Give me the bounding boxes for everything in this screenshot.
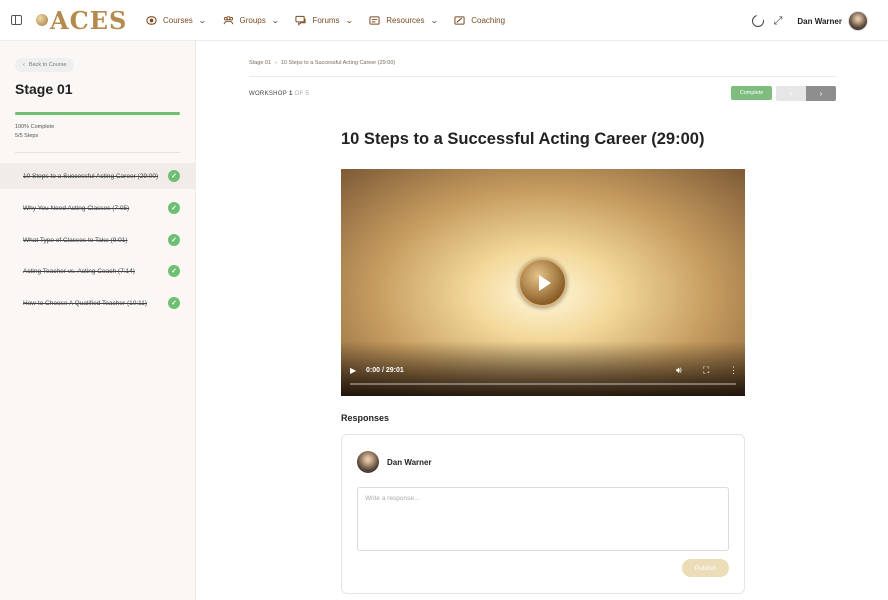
lesson-title: Acting Teacher vs. Acting Coach (7:14) — [23, 267, 135, 275]
response-input[interactable] — [357, 487, 729, 551]
coaching-icon — [454, 15, 465, 25]
chevron-down-icon: ⌄ — [429, 15, 439, 25]
nav-coaching-label: Coaching — [471, 15, 506, 25]
lesson-title: How to Choose A Qualified Teacher (10:11… — [23, 299, 148, 307]
sidebar-divider — [15, 152, 180, 153]
chevron-down-icon: ⌄ — [197, 15, 207, 25]
nav-resources-label: Resources — [386, 15, 425, 25]
stage-progress-fill — [15, 112, 180, 115]
check-icon: ✓ — [168, 265, 180, 277]
check-icon: ✓ — [168, 297, 180, 309]
breadcrumb: Stage 01 › 10 Steps to a Successful Acti… — [249, 60, 395, 66]
nav-forums[interactable]: Forums ⌄ — [295, 15, 354, 26]
progress-percent-label: 100% Complete — [15, 124, 55, 130]
workshop-total: OF 5 — [294, 91, 310, 97]
previous-lesson-button[interactable]: ‹ — [776, 86, 806, 101]
user-avatar[interactable] — [848, 11, 868, 31]
content-divider — [249, 76, 836, 77]
video-player[interactable]: ▶ 0:00 / 29:01 🔊︎ ⛶ ⋮ — [341, 169, 745, 396]
nav-courses-label: Courses — [163, 15, 193, 25]
dark-mode-icon[interactable] — [751, 14, 764, 27]
next-lesson-button[interactable]: › — [806, 86, 836, 101]
breadcrumb-stage-link[interactable]: Stage 01 — [249, 60, 271, 66]
stage-progress-bar — [15, 112, 180, 115]
back-to-course-label: Back to Course — [28, 62, 67, 68]
forums-icon — [295, 15, 307, 26]
check-icon: ✓ — [168, 202, 180, 214]
lesson-title: Why You Need Acting Classes (7:05) — [23, 204, 130, 212]
lesson-item[interactable]: Why You Need Acting Classes (7:05) ✓ — [0, 195, 196, 221]
breadcrumb-current: 10 Steps to a Successful Acting Career (… — [280, 60, 396, 66]
nav-forums-label: Forums — [312, 15, 340, 25]
site-logo[interactable]: ACES — [36, 5, 128, 35]
lesson-title-heading: 10 Steps to a Successful Acting Career (… — [341, 130, 705, 148]
fullscreen-icon[interactable]: ⛶ — [703, 365, 709, 376]
course-sidebar: ‹ Back to Course Stage 01 100% Complete … — [0, 41, 196, 600]
response-card: Dan Warner Publish — [341, 434, 745, 594]
lesson-title: 10 Steps to a Successful Acting Career (… — [23, 172, 159, 180]
nav-groups-label: Groups — [239, 15, 266, 25]
breadcrumb-separator: › — [275, 60, 277, 66]
back-to-course-button[interactable]: ‹ Back to Course — [15, 58, 75, 72]
response-author-name: Dan Warner — [387, 458, 432, 467]
check-icon: ✓ — [168, 170, 180, 182]
video-seek-bar[interactable] — [350, 383, 736, 385]
check-icon: ✓ — [168, 234, 180, 246]
workshop-label: WORKSHOP — [249, 91, 287, 97]
logo-text: ACES — [50, 5, 128, 35]
video-play-icon[interactable]: ▶ — [350, 366, 356, 375]
user-name[interactable]: Dan Warner — [797, 17, 842, 26]
response-author-avatar — [357, 451, 379, 473]
lesson-item[interactable]: 10 Steps to a Successful Acting Career (… — [0, 163, 196, 189]
sidebar-toggle-icon[interactable] — [11, 15, 22, 25]
stage-title: Stage 01 — [15, 81, 73, 97]
lesson-item[interactable]: What Type of Classes to Take (9:01) ✓ — [0, 227, 196, 253]
nav-courses[interactable]: Courses ⌄ — [146, 15, 207, 26]
main-nav: Courses ⌄ Groups ⌄ Forums ⌄ Resources ⌄ … — [146, 11, 522, 29]
progress-steps-label: 5/5 Steps — [15, 133, 39, 139]
complete-button[interactable]: Complete — [731, 86, 772, 100]
chevron-down-icon: ⌄ — [270, 15, 280, 25]
header-right: ⤢ Dan Warner — [751, 11, 868, 31]
video-time: 0:00 / 29:01 — [366, 367, 404, 374]
resources-icon — [369, 15, 380, 25]
workshop-counter: WORKSHOP 1 OF 5 — [249, 91, 309, 97]
lesson-title: What Type of Classes to Take (9:01) — [23, 236, 128, 244]
chevron-left-icon: ‹ — [23, 62, 25, 68]
fullscreen-expand-icon[interactable]: ⤢ — [774, 15, 783, 28]
more-options-icon[interactable]: ⋮ — [729, 365, 738, 376]
play-button[interactable] — [518, 258, 567, 307]
responses-heading: Responses — [341, 413, 390, 423]
logo-dot — [36, 14, 48, 26]
play-icon — [538, 274, 551, 291]
progress-text: 100% Complete 5/5 Steps — [15, 123, 54, 141]
nav-resources[interactable]: Resources ⌄ — [369, 15, 439, 26]
groups-icon — [223, 15, 233, 24]
nav-coaching[interactable]: Coaching — [454, 15, 505, 26]
courses-icon — [146, 15, 157, 25]
lesson-item[interactable]: How to Choose A Qualified Teacher (10:11… — [0, 290, 196, 316]
top-header: ACES Courses ⌄ Groups ⌄ Forums ⌄ Resourc… — [0, 0, 888, 41]
publish-button[interactable]: Publish — [682, 559, 729, 577]
volume-icon[interactable]: 🔊︎ — [676, 365, 682, 376]
nav-groups[interactable]: Groups ⌄ — [223, 15, 279, 26]
workshop-current: 1 — [288, 91, 293, 97]
lesson-item[interactable]: Acting Teacher vs. Acting Coach (7:14) ✓ — [0, 258, 196, 284]
chevron-down-icon: ⌄ — [344, 15, 354, 25]
